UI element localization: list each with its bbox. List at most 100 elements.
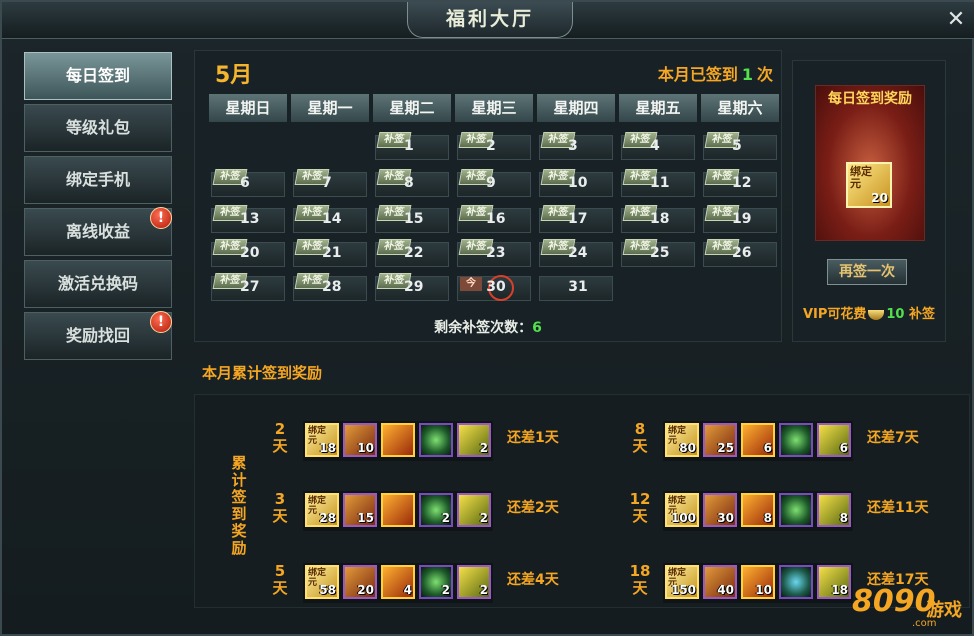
scroll-icon[interactable]: 25 bbox=[703, 423, 737, 457]
vertical-char: 奖 bbox=[231, 522, 247, 540]
sidebar-item[interactable]: 每日签到 bbox=[24, 52, 172, 100]
wing-item-icon[interactable] bbox=[381, 493, 415, 527]
bound-yuanbao-icon[interactable]: 绑定元 28 bbox=[305, 493, 339, 527]
calendar-day[interactable]: 补签 6 bbox=[211, 169, 285, 197]
wing-item-icon[interactable]: 6 bbox=[741, 423, 775, 457]
calendar-day[interactable]: 补签 17 bbox=[539, 205, 613, 233]
vertical-char: 励 bbox=[231, 539, 247, 557]
sidebar-item[interactable]: 绑定手机 bbox=[24, 156, 172, 204]
calendar-day[interactable]: 补签 16 bbox=[457, 205, 531, 233]
daily-reward-title: 每日签到奖励 bbox=[828, 91, 912, 107]
calendar-day[interactable]: 补签 26 bbox=[703, 239, 777, 267]
close-icon[interactable]: ✕ bbox=[944, 8, 968, 32]
gold-stone-icon[interactable]: 6 bbox=[817, 423, 851, 457]
calendar-day[interactable]: 补签 5 bbox=[703, 132, 777, 160]
calendar-day[interactable]: 补签 19 bbox=[703, 205, 777, 233]
gold-stone-icon[interactable]: 2 bbox=[457, 423, 491, 457]
item-count: 25 bbox=[717, 441, 734, 455]
wing-item-icon[interactable]: 10 bbox=[741, 565, 775, 599]
calendar-day[interactable]: 补签 25 bbox=[621, 239, 695, 267]
sidebar-item[interactable]: 等级礼包 bbox=[24, 104, 172, 152]
remaining-count: 6 bbox=[532, 320, 542, 336]
calendar-day[interactable]: 补签 27 bbox=[211, 273, 285, 301]
calendar-day[interactable]: 补签 29 bbox=[375, 273, 449, 301]
scroll-icon[interactable]: 10 bbox=[343, 423, 377, 457]
weekday-header: 星期四 bbox=[537, 94, 615, 122]
sidebar-item-label: 绑定手机 bbox=[65, 170, 130, 189]
item-count: 18 bbox=[831, 583, 848, 597]
day-number: 21 bbox=[322, 245, 342, 261]
calendar-day[interactable]: 补签 20 bbox=[211, 239, 285, 267]
calendar-day[interactable]: 补签 2 bbox=[457, 132, 531, 160]
bound-yuanbao-icon[interactable]: 绑定元 100 bbox=[665, 493, 699, 527]
exp-orb-icon[interactable] bbox=[779, 423, 813, 457]
bound-yuanbao-icon[interactable]: 绑定元 58 bbox=[305, 565, 339, 599]
exp-orb-icon[interactable] bbox=[419, 423, 453, 457]
sidebar-item[interactable]: 奖励找回! bbox=[24, 311, 172, 360]
scroll-icon[interactable]: 40 bbox=[703, 565, 737, 599]
bound-yuanbao-icon[interactable]: 绑定元 80 bbox=[665, 423, 699, 457]
calendar-day[interactable]: 补签 12 bbox=[703, 169, 777, 197]
calendar-day[interactable]: 补签 7 bbox=[293, 169, 367, 197]
calendar-day[interactable]: 补签 9 bbox=[457, 169, 531, 197]
item-count: 2 bbox=[479, 583, 488, 597]
calendar-day[interactable]: 今 30 bbox=[457, 275, 531, 301]
calendar-day[interactable]: 补签 15 bbox=[375, 205, 449, 233]
tier-remaining: 还差2天 bbox=[507, 500, 559, 516]
calendar-day[interactable]: 补签 21 bbox=[293, 239, 367, 267]
calendar-day[interactable]: 补签 1 bbox=[375, 132, 449, 160]
sidebar-item[interactable]: 离线收益! bbox=[24, 207, 172, 256]
item-count: 20 bbox=[871, 191, 888, 205]
resign-again-button[interactable]: 再签一次 bbox=[827, 259, 907, 285]
exp-orb-icon[interactable] bbox=[779, 493, 813, 527]
calendar-day[interactable]: 补签 28 bbox=[293, 273, 367, 301]
tier-days-part: 18 bbox=[629, 562, 651, 580]
calendar-day[interactable]: 补签 8 bbox=[375, 169, 449, 197]
tier-remaining: 还差1天 bbox=[507, 430, 559, 446]
accum-reward-title: 本月累计签到奖励 bbox=[202, 364, 323, 382]
calendar-day[interactable]: 补签 11 bbox=[621, 169, 695, 197]
calendar-day[interactable]: 补签 23 bbox=[457, 239, 531, 267]
bound-yuanbao-icon[interactable]: 绑定元 20 bbox=[846, 162, 892, 208]
exp-orb-icon[interactable]: 2 bbox=[419, 493, 453, 527]
scroll-icon[interactable]: 30 bbox=[703, 493, 737, 527]
gold-stone-icon[interactable]: 2 bbox=[457, 493, 491, 527]
sidebar-item[interactable]: 激活兑换码 bbox=[24, 260, 172, 308]
tier-items: 绑定元 150 40 10 18 bbox=[663, 563, 853, 603]
tier-days: 5天 bbox=[267, 563, 293, 597]
calendar-day[interactable]: 补签 3 bbox=[539, 132, 613, 160]
weekday-header: 星期三 bbox=[455, 94, 533, 122]
exp-orb-icon[interactable] bbox=[779, 565, 813, 599]
gold-stone-icon[interactable]: 2 bbox=[457, 565, 491, 599]
scroll-icon[interactable]: 20 bbox=[343, 565, 377, 599]
vertical-char: 签 bbox=[231, 488, 247, 506]
item-count: 6 bbox=[763, 441, 772, 455]
calendar-day[interactable]: 补签 24 bbox=[539, 239, 613, 267]
scroll-icon[interactable]: 15 bbox=[343, 493, 377, 527]
item-count: 100 bbox=[670, 511, 696, 525]
exp-orb-icon[interactable]: 2 bbox=[419, 565, 453, 599]
bound-yuanbao-icon[interactable]: 绑定元 18 bbox=[305, 423, 339, 457]
item-count: 6 bbox=[839, 441, 848, 455]
calendar-day[interactable]: 补签 4 bbox=[621, 132, 695, 160]
wing-item-icon[interactable] bbox=[381, 423, 415, 457]
calendar-day[interactable]: 补签 10 bbox=[539, 169, 613, 197]
tier-days: 12 天 bbox=[627, 491, 653, 525]
weekday-header: 星期日 bbox=[209, 94, 287, 122]
signed-prefix: 本月已签到 bbox=[657, 65, 738, 84]
wing-item-icon[interactable]: 4 bbox=[381, 565, 415, 599]
gold-stone-icon[interactable]: 18 bbox=[817, 565, 851, 599]
calendar-day[interactable]: 31 bbox=[539, 276, 613, 301]
calendar-day[interactable]: 补签 14 bbox=[293, 205, 367, 233]
wing-item-icon[interactable]: 8 bbox=[741, 493, 775, 527]
bound-yuanbao-icon[interactable]: 绑定元 150 bbox=[665, 565, 699, 599]
day-number: 10 bbox=[568, 175, 588, 191]
gold-stone-icon[interactable]: 8 bbox=[817, 493, 851, 527]
tier-remaining: 还差7天 bbox=[867, 430, 919, 446]
calendar-day[interactable]: 补签 13 bbox=[211, 205, 285, 233]
weekday-header: 星期二 bbox=[373, 94, 451, 122]
item-count: 2 bbox=[441, 583, 450, 597]
calendar-day[interactable]: 补签 22 bbox=[375, 239, 449, 267]
day-number: 23 bbox=[486, 245, 506, 261]
calendar-day[interactable]: 补签 18 bbox=[621, 205, 695, 233]
